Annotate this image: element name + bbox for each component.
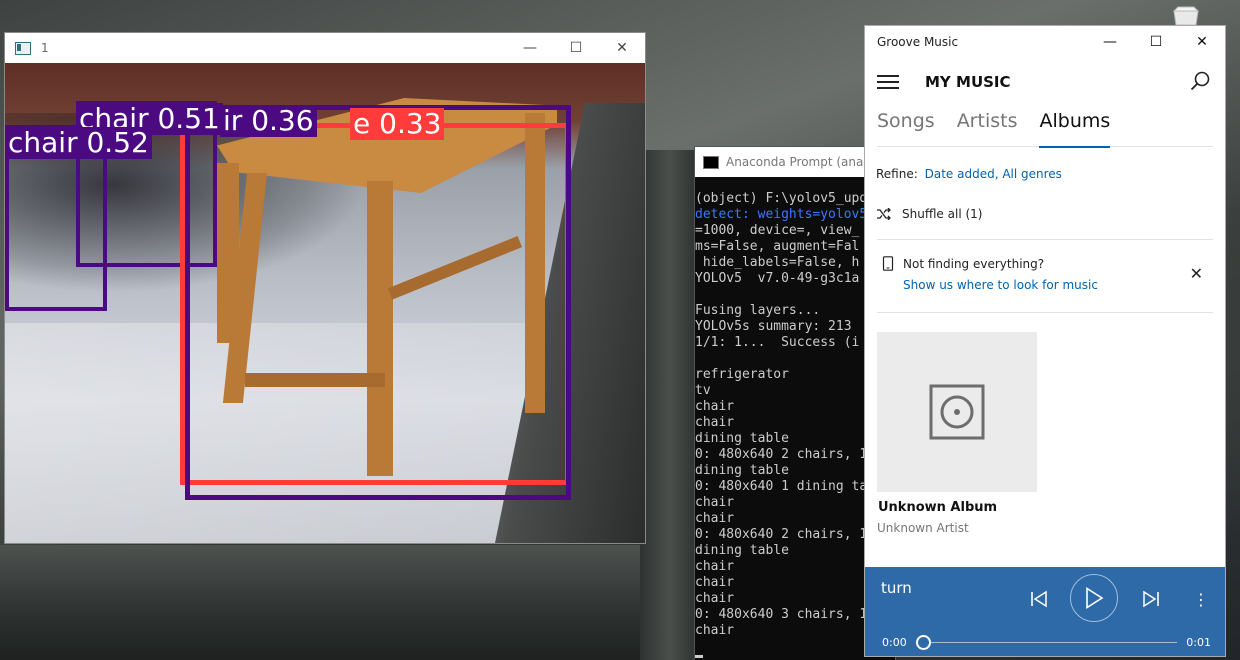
album-art[interactable] bbox=[877, 332, 1037, 492]
next-icon bbox=[1143, 590, 1159, 608]
divider bbox=[877, 239, 1213, 240]
seek-track[interactable] bbox=[922, 642, 1177, 643]
close-button[interactable]: ✕ bbox=[599, 33, 645, 63]
terminal-cursor bbox=[695, 655, 703, 658]
detection-label: ir 0.36 bbox=[220, 105, 317, 137]
close-button[interactable]: ✕ bbox=[1179, 26, 1225, 58]
play-button[interactable] bbox=[1070, 574, 1118, 622]
window-app-icon bbox=[15, 41, 31, 55]
missing-music-notice: Not finding everything? Show us where to… bbox=[865, 256, 1225, 312]
camera-window[interactable]: 1 — ☐ ✕ e 0.33 ir 0.36 chair 0.51 chair … bbox=[5, 33, 645, 543]
play-icon bbox=[1086, 587, 1104, 609]
groove-music-window[interactable]: Groove Music — ☐ ✕ MY MUSIC Songs Artist… bbox=[865, 26, 1225, 656]
search-icon[interactable] bbox=[1189, 70, 1211, 92]
detection-label: e 0.33 bbox=[350, 108, 445, 140]
minimize-button[interactable]: — bbox=[1087, 26, 1133, 58]
now-playing-title[interactable]: turn bbox=[881, 579, 912, 597]
terminal-title: Anaconda Prompt (anacon bbox=[726, 155, 885, 169]
tab-songs[interactable]: Songs bbox=[877, 110, 935, 146]
detection-label: chair 0.52 bbox=[5, 127, 152, 159]
now-playing-bar: turn ⋮ 0:00 0:01 bbox=[865, 567, 1225, 656]
camera-titlebar[interactable]: 1 — ☐ ✕ bbox=[5, 33, 645, 63]
view-tabs: Songs Artists Albums bbox=[877, 110, 1213, 148]
total-time: 0:01 bbox=[1186, 636, 1211, 649]
detection-box-refrigerator bbox=[185, 105, 571, 500]
camera-feed: e 0.33 ir 0.36 chair 0.51 chair 0.52 bbox=[5, 63, 645, 543]
seek-thumb[interactable] bbox=[916, 635, 931, 650]
shuffle-label: Shuffle all (1) bbox=[902, 207, 983, 221]
elapsed-time: 0:00 bbox=[882, 636, 907, 649]
app-title: Groove Music bbox=[877, 35, 959, 49]
album-artist[interactable]: Unknown Artist bbox=[877, 521, 969, 535]
refine-filter-link[interactable]: Date added, All genres bbox=[925, 167, 1062, 181]
page-title: MY MUSIC bbox=[925, 73, 1011, 91]
speaker-icon bbox=[929, 384, 985, 440]
divider bbox=[877, 312, 1213, 313]
groove-header: MY MUSIC bbox=[865, 58, 1225, 106]
hamburger-menu-icon[interactable] bbox=[877, 75, 899, 89]
refine-row: Refine: Date added, All genres bbox=[876, 167, 1225, 181]
desktop-wallpaper-strip bbox=[640, 150, 700, 660]
shuffle-icon bbox=[877, 208, 891, 220]
recycle-bin-icon[interactable] bbox=[1168, 5, 1204, 25]
notice-text: Not finding everything? bbox=[903, 256, 1045, 271]
desktop-wallpaper-shadow bbox=[0, 545, 700, 660]
next-button[interactable] bbox=[1137, 587, 1165, 611]
phone-icon bbox=[882, 256, 894, 271]
refine-label: Refine: bbox=[876, 167, 918, 181]
tab-artists[interactable]: Artists bbox=[957, 110, 1018, 146]
album-title[interactable]: Unknown Album bbox=[878, 500, 997, 515]
close-icon[interactable]: ✕ bbox=[1190, 264, 1203, 283]
previous-button[interactable] bbox=[1025, 587, 1053, 611]
minimize-button[interactable]: — bbox=[507, 33, 553, 63]
shuffle-all-button[interactable]: Shuffle all (1) bbox=[876, 207, 1225, 221]
previous-icon bbox=[1031, 590, 1047, 608]
find-music-link[interactable]: Show us where to look for music bbox=[903, 278, 1098, 292]
terminal-icon bbox=[703, 155, 719, 169]
camera-window-title: 1 bbox=[41, 41, 49, 55]
more-options-icon[interactable]: ⋮ bbox=[1191, 587, 1211, 611]
maximize-button[interactable]: ☐ bbox=[553, 33, 599, 63]
groove-titlebar[interactable]: Groove Music — ☐ ✕ bbox=[865, 26, 1225, 58]
tab-albums[interactable]: Albums bbox=[1039, 110, 1110, 148]
maximize-button[interactable]: ☐ bbox=[1133, 26, 1179, 58]
